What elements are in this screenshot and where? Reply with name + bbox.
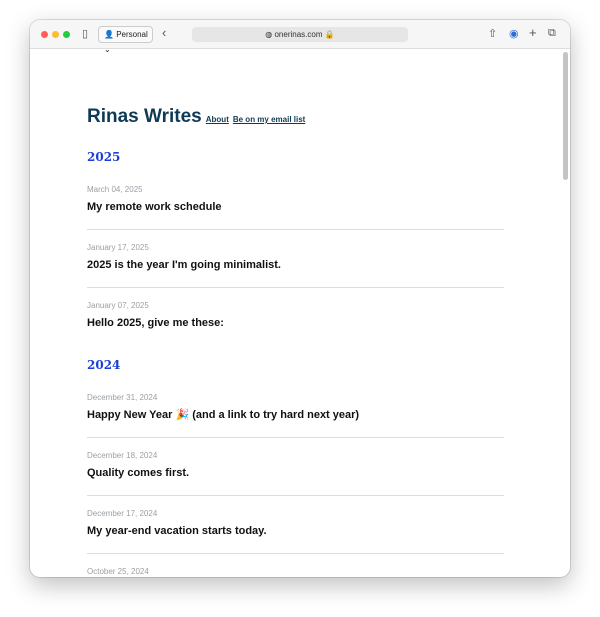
email-list-link[interactable]: Be on my email list [233,115,305,124]
post-title[interactable]: Happy New Year 🎉 (and a link to try hard… [87,407,504,424]
profile-button[interactable]: 👤 Personal ⌄ [98,26,153,54]
scrollbar[interactable] [563,52,568,180]
person-icon: 👤 [104,30,114,39]
post-item[interactable]: January 17, 2025 2025 is the year I'm goi… [87,230,504,288]
password-icon[interactable]: ◉ [509,27,519,40]
post-date: January 17, 2025 [87,243,149,252]
share-icon[interactable]: ⇧ [488,27,497,40]
year-heading: 2024 [87,358,121,372]
post-title[interactable]: My year-end vacation starts today. [87,523,504,540]
post-title[interactable]: Hello 2025, give me these: [87,315,504,332]
post-date: December 31, 2024 [87,393,158,402]
toolbar: ▯ 👤 Personal ⌄ ‹ ◍ onerinas.com 🔒 ⇧ ◉ + … [30,20,570,54]
post-date: March 04, 2025 [87,185,143,194]
post-item[interactable]: December 18, 2024 Quality comes first. [87,438,504,496]
post-item[interactable]: December 31, 2024 Happy New Year 🎉 (and a… [87,380,504,438]
post-date: December 18, 2024 [87,451,158,460]
close-button[interactable] [41,31,48,38]
page-content: Rinas Writes About Be on my email list 2… [30,50,570,577]
post-item[interactable]: January 07, 2025 Hello 2025, give me thes… [87,288,504,336]
browser-window: ▯ 👤 Personal ⌄ ‹ ◍ onerinas.com 🔒 ⇧ ◉ + … [30,20,570,577]
globe-icon: ◍ [265,30,273,39]
tabs-overview-icon[interactable]: ⧉ [548,27,556,40]
address-bar[interactable]: ◍ onerinas.com 🔒 [192,27,408,42]
new-tab-icon[interactable]: + [529,25,537,40]
post-item[interactable]: December 17, 2024 My year-end vacation st… [87,496,504,554]
post-title[interactable]: Quality comes first. [87,465,504,482]
year-heading: 2025 [87,150,121,164]
post-item[interactable]: March 04, 2025 My remote work schedule [87,172,504,230]
post-title[interactable]: My remote work schedule [87,199,504,216]
sidebar-icon[interactable]: ▯ [82,27,88,40]
minimize-button[interactable] [52,31,59,38]
profile-label: Personal [116,30,148,39]
url-text: onerinas.com [274,30,323,39]
lock-icon: 🔒 [324,30,335,39]
site-title[interactable]: Rinas Writes [87,106,202,128]
zoom-button[interactable] [63,31,70,38]
post-date: October 25, 2024 [87,567,149,576]
post-title[interactable]: 2025 is the year I'm going minimalist. [87,257,504,274]
post-item[interactable]: October 25, 2024I feel dumb. [87,554,504,577]
post-date: January 07, 2025 [87,301,149,310]
about-link[interactable]: About [206,115,229,124]
post-date: December 17, 2024 [87,509,158,518]
back-icon[interactable]: ‹ [162,25,166,40]
